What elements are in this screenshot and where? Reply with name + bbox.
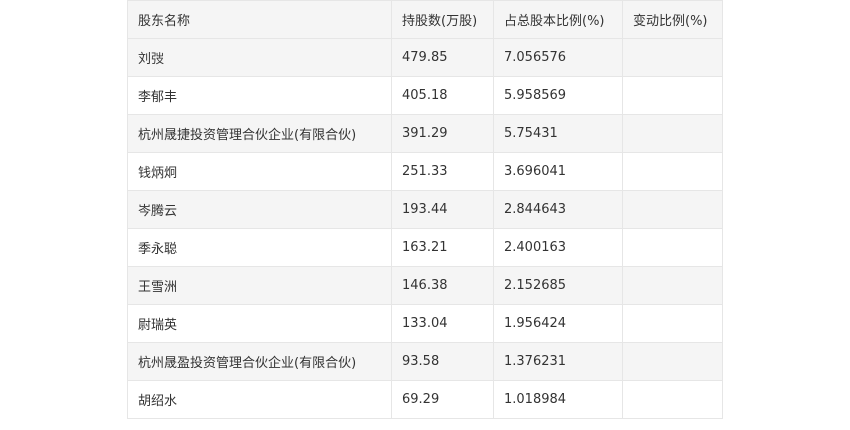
table-row: 杭州晟盈投资管理合伙企业(有限合伙) 93.58 1.376231	[127, 342, 723, 381]
cell-change-ratio	[622, 152, 723, 191]
cell-shares-held: 193.44	[391, 190, 494, 229]
cell-shares-held: 479.85	[391, 38, 494, 77]
header-change-ratio: 变动比例(%)	[622, 0, 723, 39]
table-row: 李郁丰 405.18 5.958569	[127, 76, 723, 115]
cell-change-ratio	[622, 304, 723, 343]
table-row: 季永聪 163.21 2.400163	[127, 228, 723, 267]
cell-shares-held: 93.58	[391, 342, 494, 381]
cell-change-ratio	[622, 266, 723, 305]
cell-share-ratio: 2.844643	[493, 190, 623, 229]
cell-shareholder-name: 刘弢	[127, 38, 392, 77]
header-share-ratio: 占总股本比例(%)	[493, 0, 623, 39]
cell-shareholder-name: 岑腾云	[127, 190, 392, 229]
table-row: 钱炳炯 251.33 3.696041	[127, 152, 723, 191]
table-row: 岑腾云 193.44 2.844643	[127, 190, 723, 229]
cell-share-ratio: 2.152685	[493, 266, 623, 305]
table-row: 胡绍水 69.29 1.018984	[127, 380, 723, 419]
cell-share-ratio: 5.958569	[493, 76, 623, 115]
table-row: 尉瑞英 133.04 1.956424	[127, 304, 723, 343]
cell-shares-held: 391.29	[391, 114, 494, 153]
cell-shares-held: 163.21	[391, 228, 494, 267]
cell-change-ratio	[622, 114, 723, 153]
table-row: 刘弢 479.85 7.056576	[127, 38, 723, 77]
cell-shareholder-name: 王雪洲	[127, 266, 392, 305]
cell-change-ratio	[622, 228, 723, 267]
cell-change-ratio	[622, 190, 723, 229]
cell-share-ratio: 1.018984	[493, 380, 623, 419]
cell-share-ratio: 2.400163	[493, 228, 623, 267]
cell-shares-held: 405.18	[391, 76, 494, 115]
cell-change-ratio	[622, 342, 723, 381]
cell-shareholder-name: 季永聪	[127, 228, 392, 267]
cell-shareholder-name: 杭州晟盈投资管理合伙企业(有限合伙)	[127, 342, 392, 381]
table-row: 杭州晟捷投资管理合伙企业(有限合伙) 391.29 5.75431	[127, 114, 723, 153]
cell-change-ratio	[622, 76, 723, 115]
shareholder-table: 股东名称 持股数(万股) 占总股本比例(%) 变动比例(%) 刘弢 479.85 7…	[127, 0, 723, 419]
cell-shares-held: 146.38	[391, 266, 494, 305]
cell-share-ratio: 3.696041	[493, 152, 623, 191]
cell-shares-held: 251.33	[391, 152, 494, 191]
cell-share-ratio: 1.956424	[493, 304, 623, 343]
cell-shareholder-name: 李郁丰	[127, 76, 392, 115]
header-shareholder-name: 股东名称	[127, 0, 392, 39]
cell-shareholder-name: 尉瑞英	[127, 304, 392, 343]
cell-change-ratio	[622, 38, 723, 77]
cell-share-ratio: 1.376231	[493, 342, 623, 381]
cell-shares-held: 133.04	[391, 304, 494, 343]
table-header-row: 股东名称 持股数(万股) 占总股本比例(%) 变动比例(%)	[127, 0, 723, 39]
cell-shares-held: 69.29	[391, 380, 494, 419]
cell-share-ratio: 5.75431	[493, 114, 623, 153]
header-shares-held: 持股数(万股)	[391, 0, 494, 39]
cell-shareholder-name: 杭州晟捷投资管理合伙企业(有限合伙)	[127, 114, 392, 153]
cell-shareholder-name: 胡绍水	[127, 380, 392, 419]
cell-change-ratio	[622, 380, 723, 419]
cell-shareholder-name: 钱炳炯	[127, 152, 392, 191]
table-row: 王雪洲 146.38 2.152685	[127, 266, 723, 305]
cell-share-ratio: 7.056576	[493, 38, 623, 77]
